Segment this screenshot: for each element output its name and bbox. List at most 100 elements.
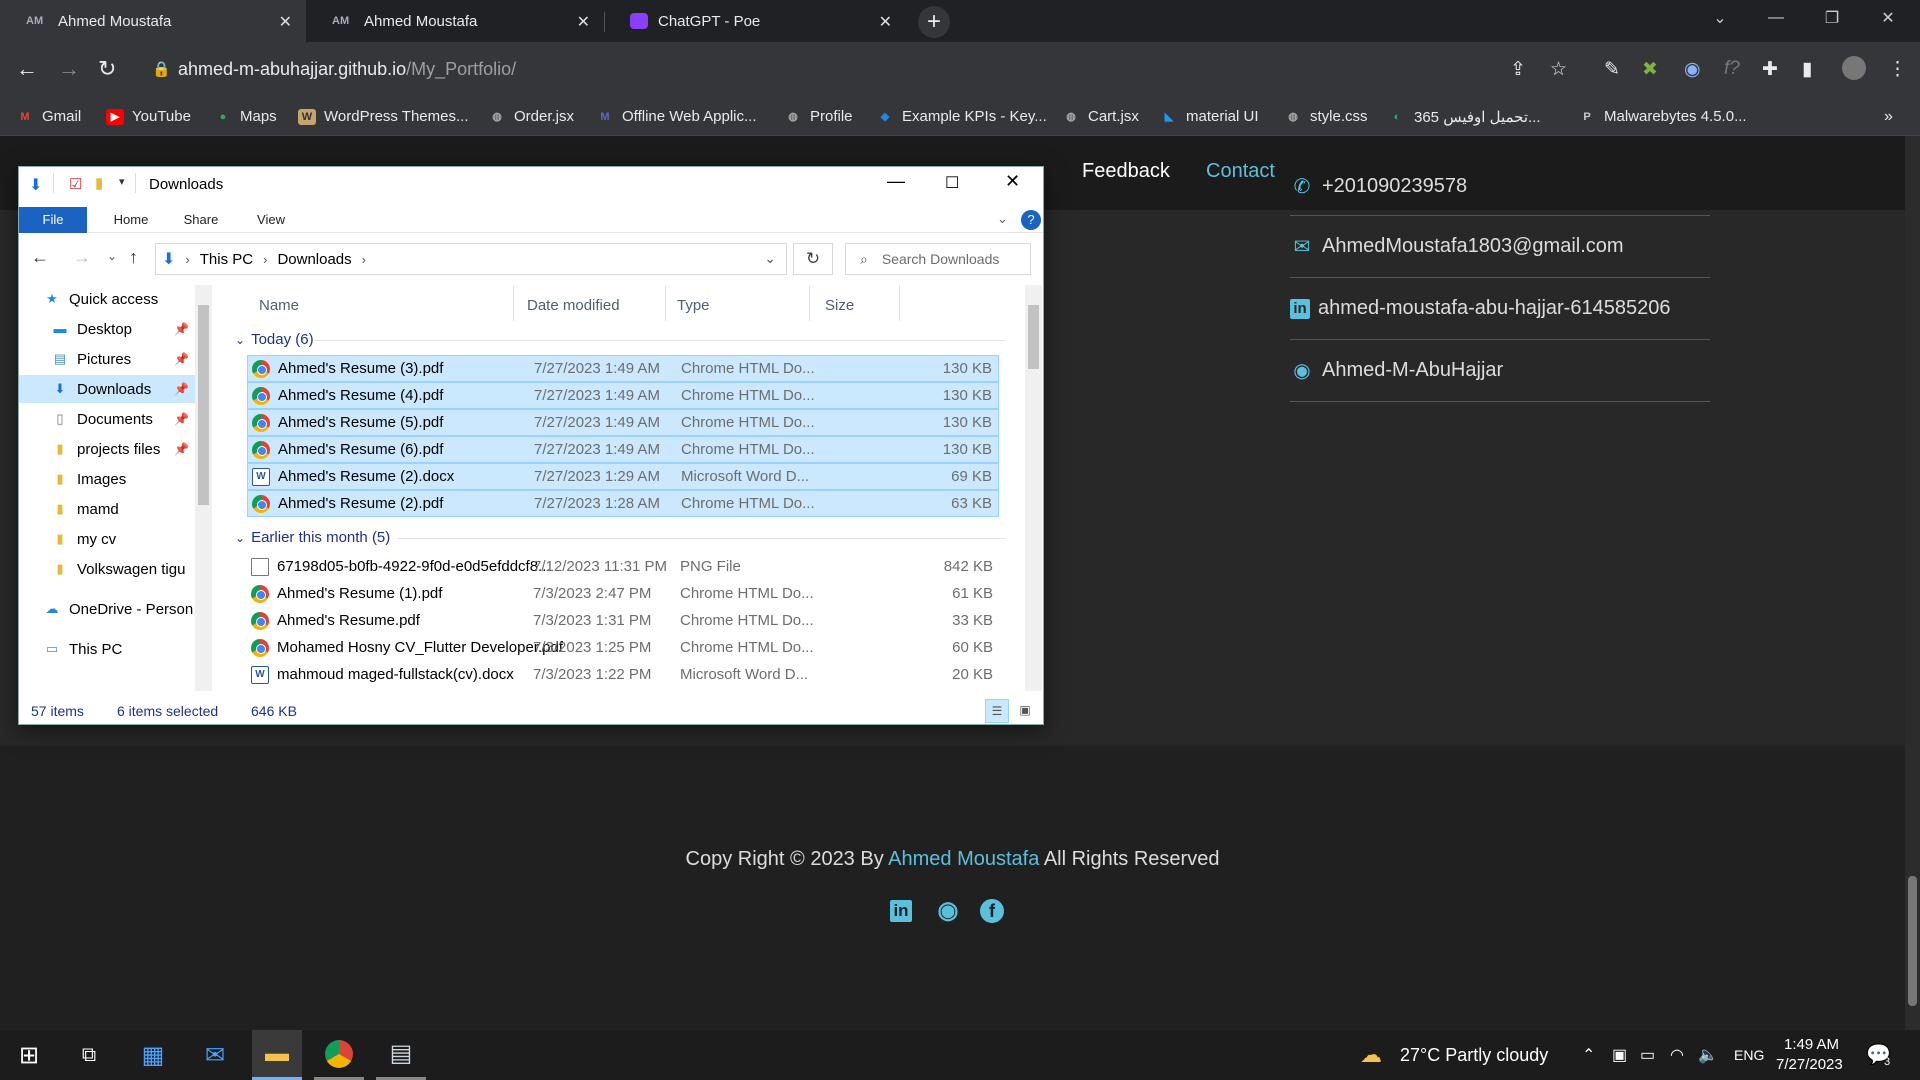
nav-item-onedrive[interactable]: ☁ OneDrive - Person <box>19 595 195 623</box>
file-list-scrollbar[interactable] <box>1025 285 1042 691</box>
properties-icon[interactable]: ☑ <box>69 175 82 193</box>
nav-item-images[interactable]: ▮ Images <box>19 465 195 493</box>
pin-icon[interactable]: 📌 <box>174 322 189 336</box>
file-row[interactable]: Ahmed's Resume (1).pdf 7/3/2023 2:47 PM Ch… <box>247 580 999 607</box>
bookmark-maps[interactable]: ● Maps <box>214 108 277 125</box>
bookmark-order-jsx[interactable]: ◍ Order.jsx <box>488 108 574 125</box>
close-window-button[interactable]: ✕ <box>1860 0 1916 36</box>
file-row[interactable]: W Ahmed's Resume (2).docx 7/27/2023 1:29 A… <box>247 463 999 490</box>
windows-start-icon[interactable]: ⊞ <box>4 1030 54 1080</box>
restore-button[interactable]: ❐ <box>1804 0 1860 36</box>
bookmark-malwarebytes[interactable]: P Malwarebytes 4.5.0... <box>1578 108 1746 125</box>
column-divider[interactable] <box>809 285 810 321</box>
copyright-author-link[interactable]: Ahmed Moustafa <box>888 848 1039 870</box>
group-header-today[interactable]: ⌄ Today (6) <box>235 331 1005 348</box>
column-divider[interactable] <box>899 285 900 321</box>
side-panel-icon[interactable]: ▮ <box>1802 58 1812 81</box>
page-scrollbar[interactable] <box>1905 136 1920 1030</box>
nav-item-documents[interactable]: ▯ Documents 📌 <box>19 405 195 433</box>
profile-avatar[interactable] <box>1842 56 1866 80</box>
explorer-maximize-button[interactable]: ☐ <box>945 173 959 193</box>
volume-icon[interactable]: 🔈 <box>1698 1045 1718 1065</box>
task-view-icon[interactable]: ⧉ <box>64 1030 114 1080</box>
nav-contact-link[interactable]: Contact <box>1206 160 1275 183</box>
tab-close-icon[interactable]: ✕ <box>879 12 892 32</box>
share-icon[interactable]: ⇪ <box>1510 58 1526 81</box>
up-folder-icon[interactable]: ↑ <box>129 247 138 268</box>
ribbon-tab-share[interactable]: Share <box>169 207 233 233</box>
extension-pen-icon[interactable]: ✎ <box>1604 58 1620 81</box>
pin-icon[interactable]: 📌 <box>174 442 189 456</box>
explorer-back-icon[interactable]: ← <box>31 247 49 268</box>
language-indicator[interactable]: ENG <box>1734 1047 1764 1063</box>
breadcrumb-downloads[interactable]: Downloads <box>277 251 351 268</box>
file-explorer-taskbar-icon[interactable]: ▬ <box>252 1030 302 1080</box>
tab-search-icon[interactable]: ⌄ <box>1692 0 1748 36</box>
address-dropdown-icon[interactable]: ⌄ <box>764 250 776 267</box>
nav-item-my-cv[interactable]: ▮ my cv <box>19 525 195 553</box>
ribbon-tab-file[interactable]: File <box>19 207 87 233</box>
tab-close-icon[interactable]: ✕ <box>279 12 292 32</box>
tab-ahmed-moustafa-2[interactable]: AM Ahmed Moustafa ✕ <box>306 0 604 42</box>
breadcrumb-this-pc[interactable]: This PC <box>200 251 253 268</box>
back-icon[interactable]: ← <box>16 56 38 82</box>
tab-close-icon[interactable]: ✕ <box>577 12 590 32</box>
nav-feedback-link[interactable]: Feedback <box>1082 160 1170 183</box>
nav-scrollbar-thumb[interactable] <box>198 305 209 505</box>
bookmark-example-kpis[interactable]: ◆ Example KPIs - Key... <box>876 108 1047 125</box>
ribbon-tab-view[interactable]: View <box>239 207 303 233</box>
tray-overflow-icon[interactable]: ⌃ <box>1582 1045 1595 1065</box>
file-row[interactable]: Ahmed's Resume (6).pdf 7/27/2023 1:49 AM C… <box>247 436 999 463</box>
pin-icon[interactable]: 📌 <box>174 382 189 396</box>
nav-item-pictures[interactable]: ▤ Pictures 📌 <box>19 345 195 373</box>
nav-item-quick-access[interactable]: ★ Quick access <box>19 285 195 313</box>
explorer-forward-icon[interactable]: → <box>73 247 91 268</box>
nav-item-projects-files[interactable]: ▮ projects files 📌 <box>19 435 195 463</box>
new-folder-icon[interactable]: ▮ <box>95 174 103 192</box>
battery-icon[interactable]: ▭ <box>1640 1045 1655 1065</box>
ribbon-tab-home[interactable]: Home <box>99 207 163 233</box>
explorer-minimize-button[interactable]: — <box>887 171 905 192</box>
nav-pane-scrollbar[interactable] <box>195 285 212 691</box>
extension-cursor-icon[interactable]: ◉ <box>1684 58 1701 81</box>
column-divider[interactable] <box>665 285 666 321</box>
menu-kebab-icon[interactable]: ⋮ <box>1888 58 1907 81</box>
group-header-earlier[interactable]: ⌄ Earlier this month (5) <box>235 529 1005 546</box>
address-bar[interactable]: 🔒 ahmed-m-abuhajjar.github.io/My_Portfol… <box>140 50 1540 88</box>
bookmark-material-ui[interactable]: ◣ material UI <box>1160 108 1259 125</box>
nav-item-downloads[interactable]: ⬇ Downloads 📌 <box>19 375 195 403</box>
footer-facebook-icon[interactable]: f <box>980 899 1004 923</box>
contact-github[interactable]: ◉ Ahmed-M-AbuHajjar <box>1290 340 1710 402</box>
bookmarks-overflow-icon[interactable]: » <box>1884 108 1893 126</box>
explorer-close-button[interactable]: ✕ <box>1005 171 1020 192</box>
file-row[interactable]: 67198d05-b0fb-4922-9f0d-e0d5efddcf8... 7/… <box>247 553 999 580</box>
minimize-button[interactable]: — <box>1748 0 1804 36</box>
new-tab-button[interactable]: + <box>918 6 950 38</box>
extension-x-icon[interactable]: ✖ <box>1642 58 1658 81</box>
file-row[interactable]: Ahmed's Resume.pdf 7/3/2023 1:31 PM Chrome… <box>247 607 999 634</box>
bookmark-star-icon[interactable]: ☆ <box>1550 58 1567 81</box>
meet-now-icon[interactable]: ▣ <box>1612 1045 1627 1065</box>
file-scrollbar-thumb[interactable] <box>1028 305 1039 369</box>
ribbon-expand-icon[interactable]: ⌄ <box>997 211 1008 227</box>
contact-phone[interactable]: ✆ +201090239578 <box>1290 136 1710 216</box>
microsoft-store-icon[interactable]: ▦ <box>128 1030 178 1080</box>
weather-text[interactable]: 27°C Partly cloudy <box>1400 1045 1548 1066</box>
bookmark-offline-web[interactable]: M Offline Web Applic... <box>596 108 756 125</box>
extensions-puzzle-icon[interactable]: ✚ <box>1762 58 1778 81</box>
nav-item-this-pc[interactable]: ▭ This PC <box>19 635 195 663</box>
column-header-date[interactable]: Date modified <box>527 297 620 314</box>
wifi-icon[interactable]: ◠ <box>1670 1045 1684 1065</box>
pin-icon[interactable]: 📌 <box>174 412 189 426</box>
app-taskbar-icon[interactable]: ▤ <box>376 1030 426 1080</box>
page-scrollbar-thumb[interactable] <box>1908 876 1917 1006</box>
nav-item-desktop[interactable]: ▬ Desktop 📌 <box>19 315 195 343</box>
file-row[interactable]: Ahmed's Resume (2).pdf 7/27/2023 1:28 AM C… <box>247 490 999 517</box>
column-header-size[interactable]: Size <box>825 297 854 314</box>
explorer-search-input[interactable]: ⌕ Search Downloads <box>845 243 1031 275</box>
extension-fx-icon[interactable]: f? <box>1724 58 1740 80</box>
file-row[interactable]: Mohamed Hosny CV_Flutter Developer.pdf 7/… <box>247 634 999 661</box>
large-icons-view-icon[interactable]: ▣ <box>1013 699 1037 723</box>
nav-item-volkswagen[interactable]: ▮ Volkswagen tigu <box>19 555 195 583</box>
bookmark-youtube[interactable]: ▶ YouTube <box>106 108 191 125</box>
